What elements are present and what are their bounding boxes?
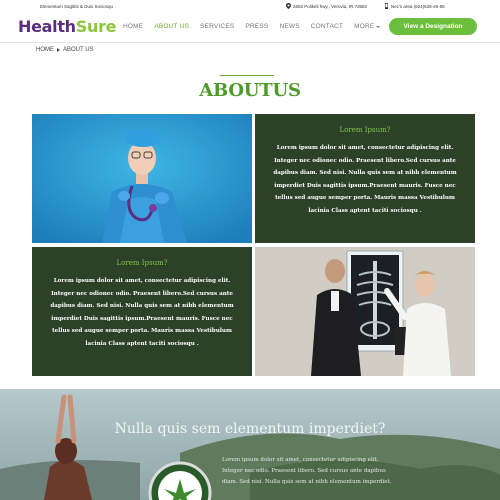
- tagline: Elementum Sagittis & Duis Sociosqu: [40, 4, 114, 9]
- card-heading: Lorem Ipsum?: [116, 259, 168, 267]
- view-designation-button[interactable]: View a Designation: [389, 18, 477, 35]
- chevron-down-icon: [376, 25, 381, 28]
- logo[interactable]: HealthSure: [18, 17, 117, 36]
- nav-services[interactable]: SERVICES: [200, 23, 234, 30]
- card-body: Lorem ipsum dolor sit amet, consectetur …: [273, 145, 457, 214]
- phone-info: Nec's area (624)628-26-85: [384, 3, 445, 9]
- triangle-right-icon: [57, 48, 60, 52]
- breadcrumb-home[interactable]: HOME: [36, 47, 54, 53]
- breadcrumb-current: ABOUT US: [63, 47, 94, 53]
- nav-more[interactable]: MORE: [354, 23, 381, 30]
- hero-title: Nulla quis sem elementum imperdiet?: [114, 421, 386, 437]
- address-info: 2653 Polikeli hwy., Verovia, IR 73582: [286, 3, 367, 9]
- title-accent-line: [220, 75, 274, 76]
- logo-part-sure: Sure: [75, 17, 117, 36]
- card-heading: Lorem Ipsum?: [339, 126, 391, 134]
- nav-contact[interactable]: CONTACT: [311, 23, 343, 30]
- nav-news[interactable]: NEWS: [279, 23, 299, 30]
- nav-more-label: MORE: [354, 23, 375, 30]
- info-card-bottom: Lorem Ipsum? Lorem ipsum dolor sit amet,…: [32, 247, 252, 376]
- info-card-top: Lorem Ipsum? Lorem ipsum dolor sit amet,…: [255, 114, 475, 243]
- nurse-photo: [32, 114, 252, 243]
- site-header: HealthSure HOME ABOUT US SERVICES PRESS …: [0, 12, 500, 42]
- nav-about-us[interactable]: ABOUT US: [154, 23, 189, 30]
- main-nav: HOME ABOUT US SERVICES PRESS NEWS CONTAC…: [123, 23, 381, 30]
- page-title: ABOUTUS: [199, 80, 301, 101]
- logo-part-health: Health: [18, 17, 76, 36]
- phone-icon: [384, 3, 389, 9]
- nav-press[interactable]: PRESS: [245, 23, 268, 30]
- nav-home[interactable]: HOME: [123, 23, 143, 30]
- card-body: Lorem ipsum dolor sit amet, consectetur …: [50, 278, 234, 347]
- header-divider: [0, 42, 500, 43]
- breadcrumb: HOME ABOUT US: [36, 47, 94, 53]
- hero-text: Lorem ipsum dolor sit amet, consectetur …: [222, 457, 392, 485]
- address-text: 2653 Polikeli hwy., Verovia, IR 73582: [293, 3, 367, 9]
- hero-banner: Nulla quis sem elementum imperdiet? Lore…: [0, 389, 500, 500]
- top-info-bar: Elementum Sagittis & Duis Sociosqu 2653 …: [0, 0, 500, 12]
- phone-text: Nec's area (624)628-26-85: [391, 3, 445, 9]
- doctors-xray-photo: [255, 247, 475, 376]
- map-pin-icon: [286, 3, 291, 9]
